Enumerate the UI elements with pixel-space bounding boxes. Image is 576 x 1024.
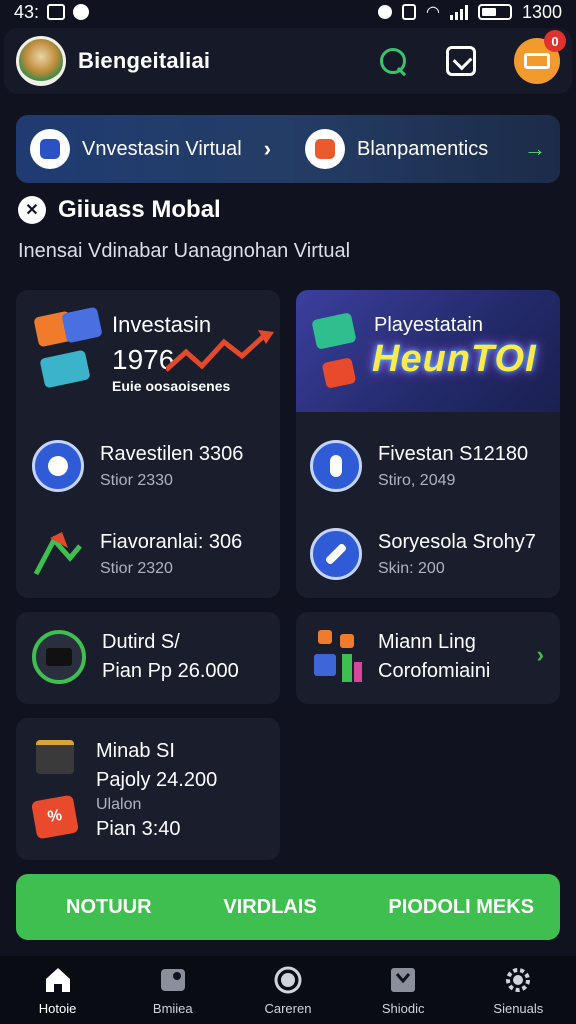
- notification-button[interactable]: 0: [514, 30, 566, 84]
- list-item-title: Fivestan S12180: [378, 442, 529, 465]
- bag-icon: [391, 967, 416, 992]
- investment-card-left[interactable]: Investasin 1976 Euie oosaoisenes Ravesti…: [16, 290, 280, 598]
- app-header: Biengeitaliai 0: [4, 28, 572, 94]
- neon-logo: HeunTOI: [372, 338, 537, 380]
- banner-item-investasi[interactable]: Vnvestasin Virtual: [30, 129, 242, 169]
- bag-icon[interactable]: [446, 46, 476, 76]
- vibrate-icon: [401, 4, 416, 20]
- nav-item-home[interactable]: Hotoie: [8, 965, 108, 1016]
- feature-card[interactable]: Miann Ling Corofomiaini ›: [296, 612, 560, 704]
- gear-icon: [506, 967, 531, 992]
- list-item-title: Ravestilen 3306: [100, 442, 244, 465]
- card-amount: Pajoly 24.200: [96, 769, 218, 791]
- list-item[interactable]: Soryesola Srohy7 Skin: 200: [310, 528, 536, 580]
- battery-icon: [477, 4, 512, 20]
- wallet-icon: [30, 129, 70, 169]
- cta-button[interactable]: VIRDLAIS: [223, 896, 316, 919]
- nav-label: Bmiiea: [152, 1000, 193, 1016]
- list-item-sub: Skin: 200: [378, 559, 445, 577]
- list-item-title: Soryesola Srohy7: [378, 530, 536, 553]
- shield-icon: [305, 129, 346, 169]
- promo-title: Playestatain: [374, 314, 483, 336]
- wifi-icon: ◠: [425, 4, 440, 21]
- nav-label: Hotoie: [38, 1000, 77, 1016]
- card-plan: Pian 3:40: [96, 818, 181, 840]
- alarm-icon: [377, 5, 392, 19]
- card-sub: Corofomiaini: [378, 660, 491, 682]
- card-sub: Ulalon: [96, 796, 142, 813]
- card-title: Dutird S/: [102, 631, 180, 653]
- cta-button[interactable]: NOTUUR: [66, 896, 152, 919]
- nav-item-shop[interactable]: Shiodic: [353, 965, 453, 1016]
- nav-label: Careren: [264, 1000, 312, 1016]
- close-icon[interactable]: ✕: [18, 196, 46, 224]
- banner-label: Vnvestasin Virtual: [82, 137, 242, 160]
- status-clock: 1300: [521, 1, 562, 22]
- nav-item-center[interactable]: Careren: [238, 965, 338, 1016]
- list-item-sub: Stior 2330: [100, 471, 173, 489]
- feature-banner: Vnvestasin Virtual › Blanpamentics →: [16, 115, 560, 183]
- money-tile-icon: [311, 312, 357, 350]
- notepad-icon: [36, 740, 74, 774]
- section-subtitle: Inensai Vdinabar Uanagnohan Virtual: [18, 240, 351, 262]
- section-title: Giiuass Mobal: [58, 196, 221, 223]
- chevron-right-icon[interactable]: ›: [537, 642, 544, 668]
- status-time: 43:: [14, 1, 40, 22]
- nav-item-settings[interactable]: Sienuals: [468, 965, 568, 1016]
- nav-label: Sienuals: [493, 1000, 544, 1016]
- avatar[interactable]: [16, 36, 66, 86]
- growth-chart-icon: [33, 532, 82, 576]
- wallet-card[interactable]: % Minab SI Pajoly 24.200 Ulalon Pian 3:4…: [16, 718, 280, 860]
- card-payment-icon: [32, 630, 86, 684]
- blocks-icon: [314, 628, 362, 686]
- play-tile-icon: [321, 357, 357, 389]
- tool-icon: [310, 528, 362, 580]
- search-icon[interactable]: [378, 46, 408, 76]
- list-item-title: Fiavoranlai: 306: [100, 530, 243, 553]
- promo-amount: 1976: [112, 344, 175, 375]
- investment-card-right[interactable]: Playestatain HeunTOI Fivestan S12180 Sti…: [296, 290, 560, 598]
- list-item-sub: Stior 2320: [100, 559, 173, 577]
- list-item[interactable]: Ravestilen 3306 Stior 2330: [32, 440, 243, 492]
- promo-banner-left: Investasin 1976 Euie oosaoisenes: [16, 290, 280, 400]
- trend-arrow-icon: [166, 330, 274, 372]
- card-title: Miann Ling: [378, 631, 476, 653]
- promo-tag: Euie oosaoisenes: [112, 378, 231, 394]
- signal-icon: [449, 4, 468, 20]
- gallery-icon: [47, 4, 66, 20]
- chevron-right-icon[interactable]: ›: [264, 136, 271, 162]
- banner-item-pembayaran[interactable]: Blanpamentics: [305, 129, 488, 169]
- activity-icon: [160, 968, 185, 991]
- list-item[interactable]: Fiavoranlai: 306 Stior 2320: [32, 528, 242, 580]
- card-sub: Pian Pp 26.000: [102, 660, 239, 682]
- cta-button[interactable]: PIODOLI MEKS: [388, 896, 534, 919]
- app-title: Biengeitaliai: [78, 48, 211, 73]
- promo-banner-right: Playestatain HeunTOI: [296, 290, 560, 412]
- plan-card[interactable]: Dutird S/ Pian Pp 26.000: [16, 612, 280, 704]
- section-header: ✕ Giiuass Mobal: [18, 196, 221, 224]
- bottom-nav: Hotoie Bmiiea Careren Shiodic Sienuals: [0, 956, 576, 1024]
- discount-tag-icon: %: [31, 794, 79, 840]
- nav-label: Shiodic: [381, 1000, 425, 1016]
- list-item-sub: Stiro, 2049: [378, 471, 456, 489]
- app-notification-icon: [73, 4, 90, 20]
- nav-item-activity[interactable]: Bmiiea: [123, 965, 223, 1016]
- arrow-right-icon[interactable]: →: [524, 136, 546, 162]
- money-tile-icon: [39, 349, 91, 389]
- notification-badge: 0: [544, 30, 566, 52]
- coin-icon: [32, 440, 84, 492]
- list-item[interactable]: Fivestan S12180 Stiro, 2049: [310, 440, 528, 492]
- home-icon: [45, 967, 70, 992]
- chart-tile-icon: [61, 306, 103, 344]
- action-bar: NOTUUR VIRDLAIS PIODOLI MEKS: [16, 874, 560, 940]
- microphone-icon: [310, 440, 362, 492]
- card-title: Minab SI: [96, 740, 175, 762]
- status-bar: 43: ◠ 1300: [0, 0, 576, 24]
- banner-label: Blanpamentics: [357, 137, 489, 160]
- circle-icon: [274, 966, 302, 993]
